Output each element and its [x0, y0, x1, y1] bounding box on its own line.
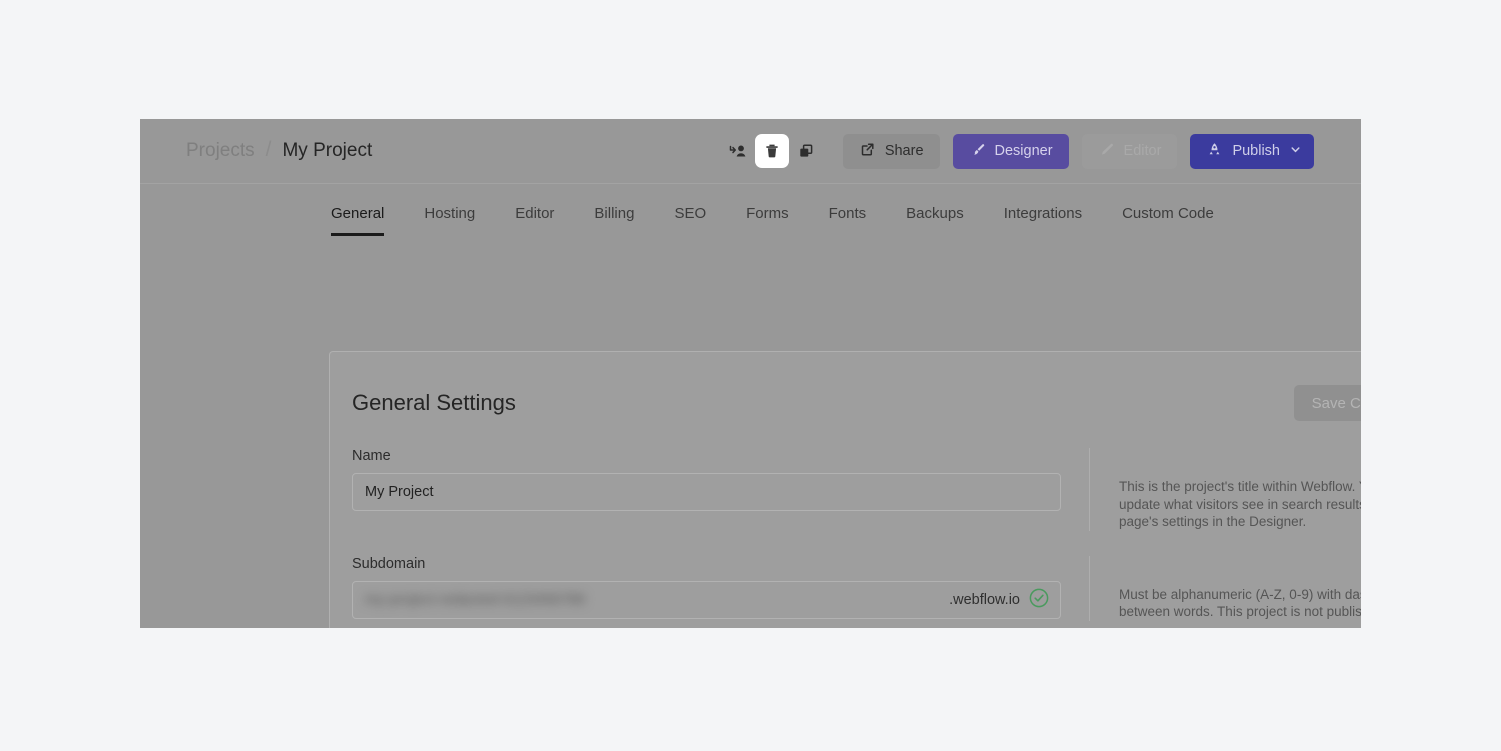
- share-button-label: Share: [884, 143, 924, 159]
- tab-billing[interactable]: Billing: [594, 205, 634, 236]
- tab-forms[interactable]: Forms: [746, 205, 789, 236]
- publish-button[interactable]: Publish: [1190, 133, 1314, 169]
- page-title: General Settings: [352, 390, 516, 415]
- pencil-icon: [1098, 141, 1115, 162]
- tab-general[interactable]: General: [331, 205, 385, 236]
- check-circle-icon: [1028, 587, 1050, 613]
- form-row-subdomain: Subdomain my-project-redacted-0123456789…: [330, 555, 1361, 621]
- share-button[interactable]: Share: [842, 133, 940, 169]
- delete-project-button[interactable]: [754, 134, 789, 168]
- settings-tab-bar: General Hosting Editor Billing SEO Forms…: [140, 184, 1361, 236]
- name-help-text: This is the project's title within Webfl…: [1119, 479, 1361, 529]
- subdomain-help-text: Must be alphanumeric (A-Z, 0-9) with das…: [1119, 586, 1361, 620]
- name-help-column: This is the project's title within Webfl…: [1089, 448, 1361, 531]
- card-header: General Settings Save Changes: [330, 381, 1361, 425]
- chevron-down-icon: [1289, 143, 1302, 160]
- trash-icon: [763, 142, 781, 160]
- editor-button-label: Editor: [1123, 143, 1162, 159]
- share-icon: [859, 141, 876, 162]
- project-settings-window: Projects / My Project Share Designer Edi…: [140, 119, 1361, 628]
- tab-editor[interactable]: Editor: [515, 205, 554, 236]
- top-bar-actions: Share Designer Editor Publish: [721, 133, 1314, 169]
- subdomain-field-column: Subdomain my-project-redacted-0123456789…: [352, 556, 1061, 619]
- editor-button: Editor: [1081, 133, 1178, 169]
- rocket-icon: [1206, 141, 1223, 162]
- breadcrumb: Projects / My Project: [186, 138, 373, 163]
- subdomain-help-column: Must be alphanumeric (A-Z, 0-9) with das…: [1089, 555, 1361, 621]
- name-field-label: Name: [352, 448, 391, 464]
- top-bar: Projects / My Project Share Designer Edi…: [140, 119, 1361, 184]
- subdomain-suffix: .webflow.io: [949, 591, 1020, 608]
- tab-integrations[interactable]: Integrations: [1004, 205, 1082, 236]
- breadcrumb-current-project: My Project: [282, 140, 373, 161]
- form-row-name: Name My Project This is the project's ti…: [330, 448, 1361, 531]
- designer-button[interactable]: Designer: [952, 133, 1069, 169]
- transfer-project-button[interactable]: [721, 134, 755, 168]
- subdomain-value-redacted: my-project-redacted-0123456789: [365, 591, 586, 608]
- name-input[interactable]: My Project: [352, 473, 1061, 511]
- paintbrush-icon: [969, 141, 986, 162]
- tab-hosting[interactable]: Hosting: [424, 205, 475, 236]
- subdomain-field-label: Subdomain: [352, 555, 426, 572]
- tab-fonts[interactable]: Fonts: [829, 205, 867, 236]
- duplicate-project-button[interactable]: [789, 134, 823, 168]
- transfer-project-icon: [728, 141, 748, 161]
- name-field-column: Name My Project: [352, 448, 1061, 511]
- tab-backups[interactable]: Backups: [906, 205, 964, 236]
- duplicate-icon: [797, 142, 815, 160]
- tab-custom-code[interactable]: Custom Code: [1122, 205, 1214, 236]
- subdomain-input[interactable]: my-project-redacted-0123456789 .webflow.…: [352, 580, 1061, 619]
- save-changes-button[interactable]: Save Changes: [1293, 385, 1361, 421]
- designer-button-label: Designer: [994, 143, 1053, 159]
- publish-button-label: Publish: [1232, 143, 1280, 159]
- breadcrumb-projects-link[interactable]: Projects: [186, 140, 255, 162]
- tab-seo[interactable]: SEO: [674, 205, 706, 236]
- general-settings-card: General Settings Save Changes Name My Pr…: [329, 351, 1361, 628]
- breadcrumb-separator: /: [265, 138, 272, 161]
